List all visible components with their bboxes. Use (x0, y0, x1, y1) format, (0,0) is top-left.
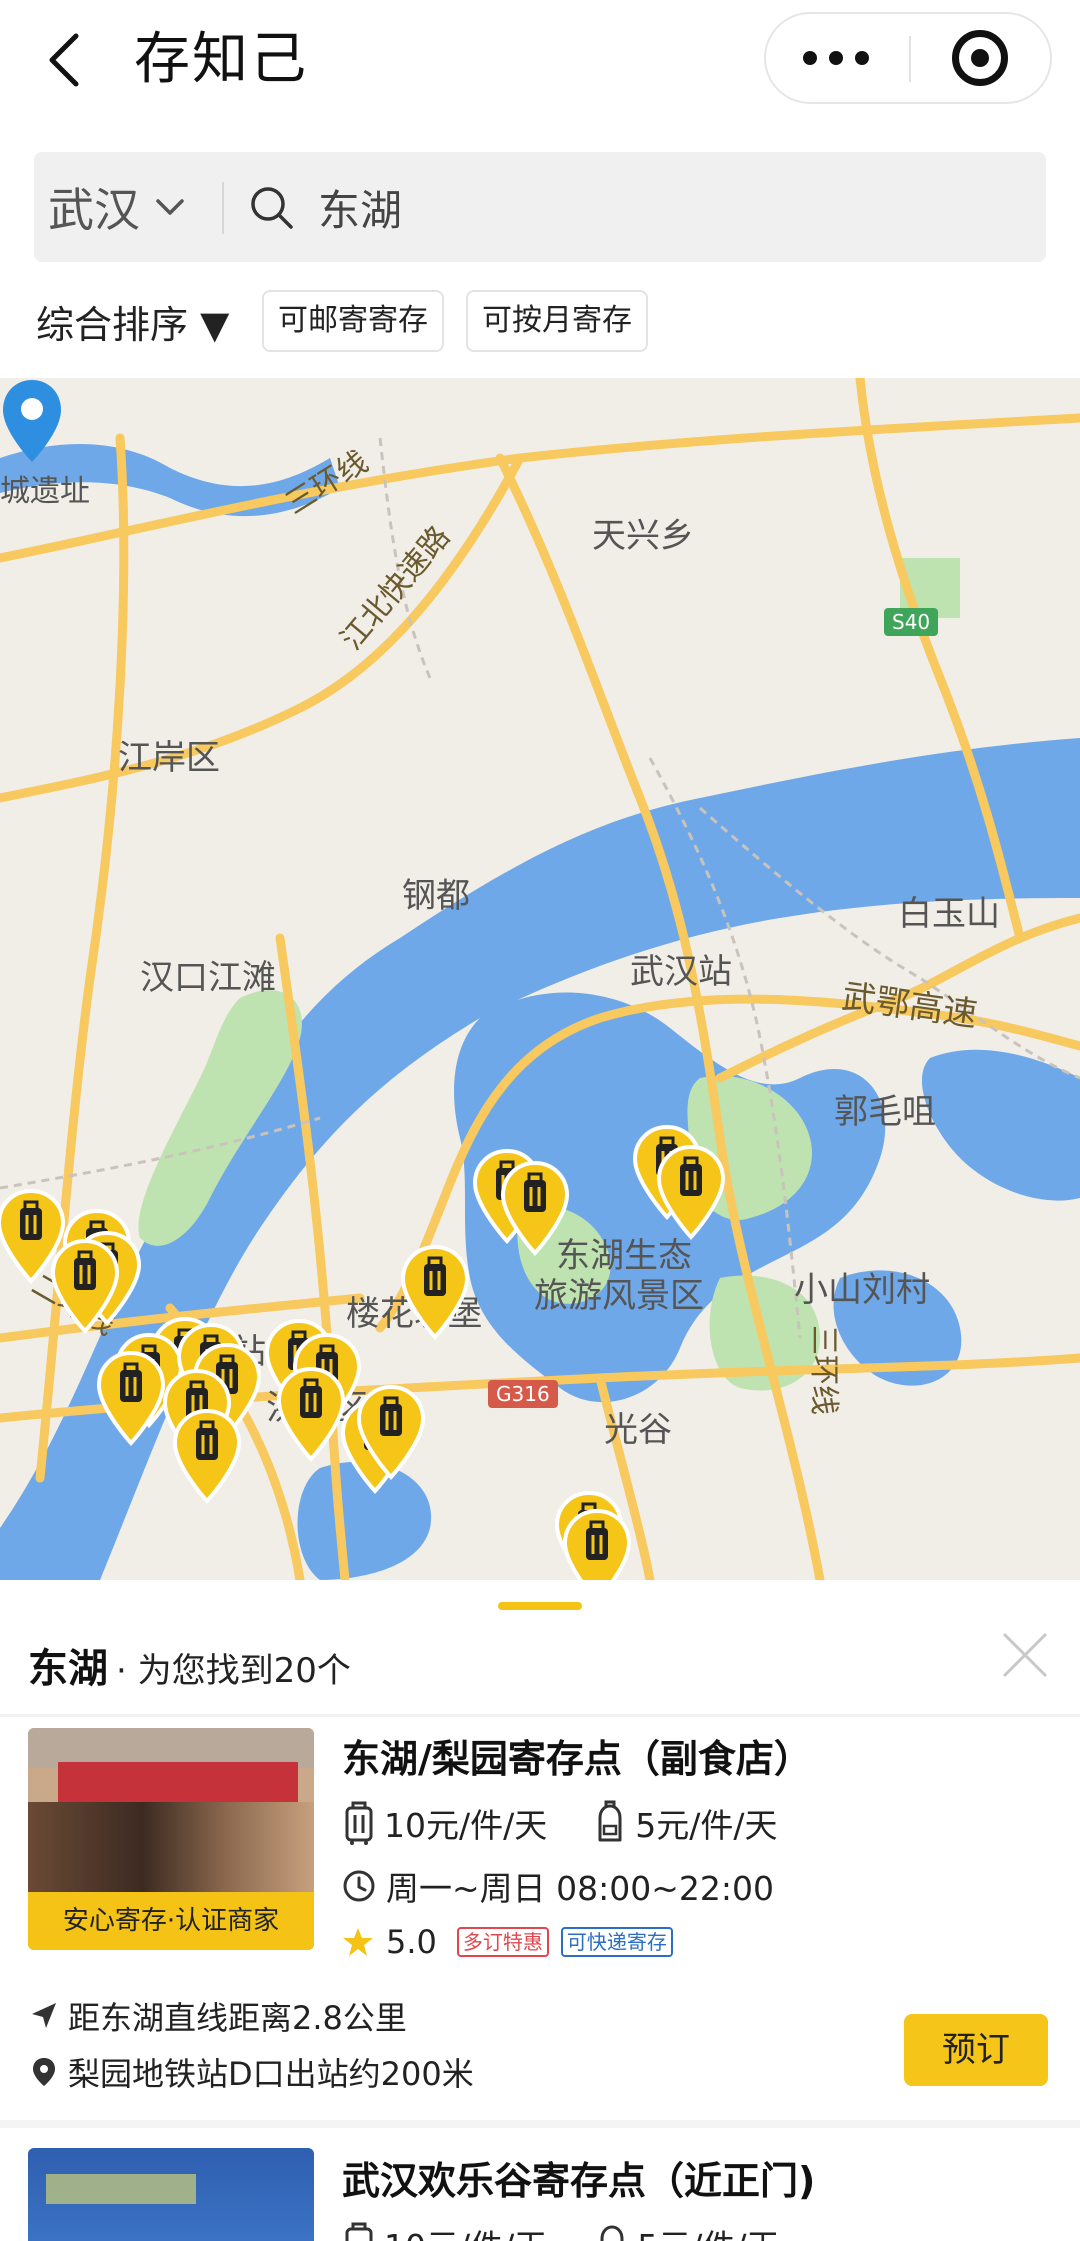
map-label: 汉口江滩 (140, 958, 276, 998)
promo-tag: 多订特惠 (456, 1927, 549, 1957)
chevron-left-icon (49, 33, 79, 87)
drag-handle[interactable] (498, 1602, 582, 1610)
store-name: 东湖/梨园寄存点（副食店） (342, 1737, 812, 1781)
top-navigation-bar: 存知己 (0, 0, 1080, 120)
city-selector[interactable]: 武汉 (48, 152, 188, 262)
page-title: 存知己 (134, 27, 308, 92)
highway-shield: G316 (488, 1380, 558, 1408)
storage-pin-icon[interactable] (654, 1144, 728, 1240)
mini-program-capsule (764, 12, 1052, 104)
price-backpack: 5元/件/天 (635, 1806, 778, 1845)
map-label: 光谷 (604, 1410, 672, 1450)
address-text: 梨园地铁站D口出站约200米 (68, 2055, 474, 2093)
address-row: 梨园地铁站D口出站约200米 (28, 2048, 474, 2096)
divider (0, 1714, 1080, 1717)
hours-row: 周一~周日 08:00~22:00 (342, 1862, 774, 1910)
storage-pin-icon[interactable] (560, 1508, 634, 1580)
city-label: 武汉 (48, 183, 140, 237)
map-label: 小山刘村 (794, 1270, 930, 1310)
highway-shield: S40 (884, 608, 939, 636)
luggage-icon (345, 2222, 373, 2241)
verified-badge: 安心寄存·认证商家 (28, 1892, 314, 1950)
map-view[interactable]: 天兴乡 江岸区 钢都 白玉山 武汉站 汉口江滩 武鄂高速 郭毛咀 东湖生态 旅游… (0, 378, 1080, 1580)
price-backpack: 5元/件/天 (637, 2220, 779, 2241)
storage-pin-icon[interactable] (48, 1238, 122, 1334)
clock-icon (343, 1870, 375, 1902)
current-location-pin-icon[interactable] (0, 378, 64, 464)
filter-chip-mail-storage[interactable]: 可邮寄寄存 (262, 290, 444, 352)
price-row: 10元/件/天 5元/件/天 (342, 1798, 777, 1848)
more-options-button[interactable] (766, 14, 906, 102)
star-icon (343, 1928, 373, 1956)
chevron-down-icon (156, 199, 184, 215)
backpack-icon (598, 1800, 622, 1842)
map-label: 白玉山 (898, 894, 1000, 934)
distance-text: 距东湖直线距离2.8公里 (68, 1999, 407, 2037)
sort-dropdown[interactable]: 综合排序 ▼ (36, 294, 229, 349)
storage-pin-icon[interactable] (170, 1408, 244, 1504)
results-place: 东湖 (28, 1646, 108, 1692)
results-sheet: 东湖 · 为您找到20个 安心寄存·认证商家 东湖/梨园寄存点（副食店） 10元… (0, 1580, 1080, 2241)
card-separator (0, 2120, 1080, 2128)
map-label: 江岸区 (118, 738, 220, 778)
storage-pin-icon[interactable] (94, 1350, 168, 1446)
map-label: 钢都 (402, 876, 470, 916)
filter-bar: 综合排序 ▼ 可邮寄寄存 可按月寄存 (0, 286, 1080, 356)
location-pin-icon (33, 2058, 55, 2086)
book-button[interactable]: 预订 (904, 2014, 1048, 2086)
dot-icon (855, 51, 869, 65)
close-icon[interactable] (998, 1628, 1052, 1682)
filter-chip-monthly-storage[interactable]: 可按月寄存 (466, 290, 648, 352)
price-row: 10元/件/天 5元/件/天 (342, 2220, 779, 2241)
store-thumbnail (28, 2148, 314, 2241)
opening-hours: 周一~周日 08:00~22:00 (386, 1869, 774, 1908)
rating-row: 5.0 多订特惠 可快递寄存 (342, 1918, 685, 1966)
capsule-divider (909, 36, 911, 82)
navigation-arrow-icon (32, 2003, 56, 2028)
search-bar: 武汉 (34, 152, 1046, 262)
store-card[interactable]: 武汉欢乐谷寄存点（近正门) 10元/件/天 5元/件/天 (0, 2148, 1080, 2241)
store-name: 武汉欢乐谷寄存点（近正门) (342, 2159, 816, 2203)
storage-pin-icon[interactable] (398, 1244, 472, 1340)
close-miniprogram-icon[interactable] (952, 30, 1008, 86)
back-button[interactable] (36, 22, 96, 98)
distance-row: 距东湖直线距离2.8公里 (28, 1992, 407, 2040)
map-label: 天兴乡 (592, 516, 694, 556)
storage-pin-icon[interactable] (498, 1160, 572, 1256)
results-header: 东湖 · 为您找到20个 (28, 1636, 351, 1706)
backpack-icon (600, 2225, 624, 2241)
dot-icon (829, 51, 843, 65)
store-thumbnail: 安心寄存·认证商家 (28, 1728, 314, 1950)
storage-pin-icon[interactable] (274, 1366, 348, 1462)
map-label: 三环线 (806, 1325, 841, 1415)
price-luggage: 10元/件/天 (384, 1806, 548, 1845)
map-label: 旅游风景区 (534, 1276, 704, 1316)
search-icon (251, 187, 293, 229)
rating-value: 5.0 (386, 1923, 437, 1961)
store-card[interactable]: 安心寄存·认证商家 东湖/梨园寄存点（副食店） 10元/件/天 5元/件/天 周… (0, 1728, 1080, 2120)
map-label: 武汉站 (630, 952, 732, 992)
search-input[interactable] (318, 177, 918, 237)
dot-icon (803, 51, 817, 65)
search-divider (222, 182, 224, 234)
price-luggage: 10元/件/天 (384, 2220, 547, 2241)
express-tag: 可快递寄存 (560, 1927, 673, 1957)
results-count: · 为您找到20个 (116, 1651, 351, 1691)
map-label: 郭毛咀 (834, 1092, 936, 1132)
map-label: 城遗址 (0, 474, 90, 509)
luggage-icon (345, 1801, 373, 1845)
storage-pin-icon[interactable] (354, 1384, 428, 1480)
